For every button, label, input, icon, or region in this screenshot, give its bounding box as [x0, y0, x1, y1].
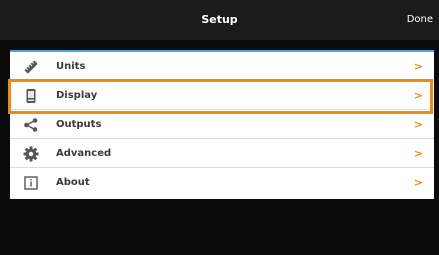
menu-item-label: About — [56, 177, 90, 188]
chevron-right-icon: > — [413, 118, 423, 131]
ruler-icon — [23, 59, 39, 75]
menu-item-outputs[interactable]: Outputs > — [10, 110, 434, 139]
chevron-right-icon: > — [413, 89, 423, 102]
done-button[interactable]: Done — [407, 0, 433, 40]
menu-item-label: Outputs — [56, 119, 102, 130]
menu-item-display[interactable]: Display > — [10, 81, 434, 110]
menu-item-advanced[interactable]: Advanced > — [10, 139, 434, 168]
share-icon — [23, 117, 39, 133]
chevron-right-icon: > — [413, 176, 423, 189]
chevron-right-icon: > — [413, 60, 423, 73]
menu-item-label: Display — [56, 90, 98, 101]
menu-item-units[interactable]: Units > — [10, 52, 434, 81]
device-icon — [23, 88, 39, 104]
page-title: Setup — [201, 13, 238, 26]
menu-item-about[interactable]: About > — [10, 168, 434, 197]
menu-item-label: Units — [56, 61, 86, 72]
chevron-right-icon: > — [413, 147, 423, 160]
info-icon — [23, 175, 39, 191]
gear-icon — [23, 146, 39, 162]
settings-menu: Units > Display > Outputs > Advanced > A… — [10, 52, 434, 199]
menu-item-label: Advanced — [56, 148, 112, 159]
